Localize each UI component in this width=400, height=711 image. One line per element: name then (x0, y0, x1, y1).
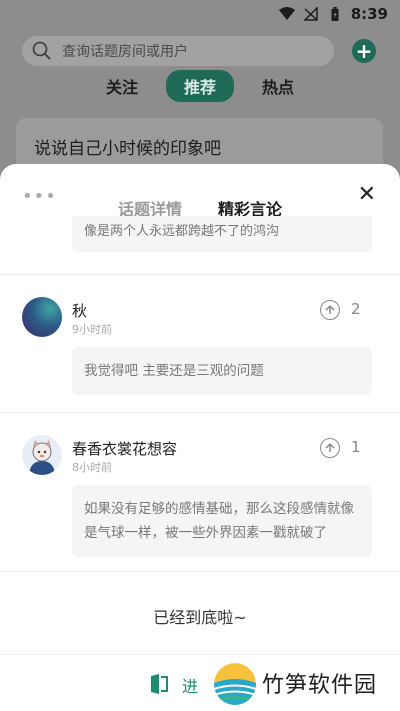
partial-comment-bubble: 像是两个人永远都跨越不了的鸿沟 (72, 216, 372, 252)
tab-recommended[interactable]: 推荐 (165, 70, 234, 102)
upvote-icon[interactable] (320, 300, 340, 320)
tab-trending[interactable]: 热点 (252, 70, 304, 102)
comment-time: 8小时前 (72, 461, 112, 474)
watermark-logo-icon (214, 663, 256, 705)
battery-icon (331, 7, 339, 21)
comment-author[interactable]: 秋 (72, 300, 87, 321)
status-bar: 8:39 (0, 0, 400, 28)
add-icon[interactable]: + (352, 39, 376, 63)
partial-comment-text: 像是两个人永远都跨越不了的鸿沟 (84, 224, 280, 239)
divider (0, 412, 400, 413)
search-placeholder: 查询话题房间或用户 (62, 44, 188, 60)
upvote-icon[interactable] (320, 438, 340, 458)
search-bar[interactable]: 查询话题房间或用户 (22, 36, 334, 66)
comment-author[interactable]: 春香衣裳花想容 (72, 438, 177, 459)
avatar[interactable] (22, 297, 62, 337)
end-of-list-text: 已经到底啦~ (153, 608, 247, 627)
comment-time: 9小时前 (72, 323, 112, 336)
feed-tabs: 关注 推荐 热点 (0, 70, 400, 102)
upvote-count: 1 (351, 438, 361, 456)
clock: 8:39 (350, 5, 388, 23)
enter-room-button[interactable]: 进 (182, 673, 198, 697)
avatar[interactable] (22, 435, 62, 475)
tab-following[interactable]: 关注 (96, 70, 148, 102)
comment-text: 如果没有足够的感情基础，那么这段感情就像是气球一样，被一些外界因素一戳就破了 (72, 485, 372, 557)
comments-sheet: ••• 话题详情 精彩言论 ✕ 像是两个人永远都跨越不了的鸿沟 秋 9小时前 2… (0, 164, 400, 711)
enter-room-icon[interactable] (148, 673, 170, 695)
divider (0, 571, 400, 572)
watermark-text: 竹笋软件园 (262, 673, 378, 698)
wifi-icon (278, 7, 295, 20)
upvote-count: 2 (351, 300, 361, 318)
signal-off-icon (302, 7, 318, 21)
close-icon[interactable]: ✕ (358, 182, 376, 207)
avatar-illustration (22, 435, 62, 475)
bottom-bar: 进 竹笋软件园 (0, 654, 400, 711)
search-icon (32, 41, 51, 60)
comment-text: 我觉得吧 主要还是三观的问题 (72, 347, 372, 395)
topic-title: 说说自己小时候的印象吧 (34, 139, 221, 159)
divider (0, 274, 400, 275)
